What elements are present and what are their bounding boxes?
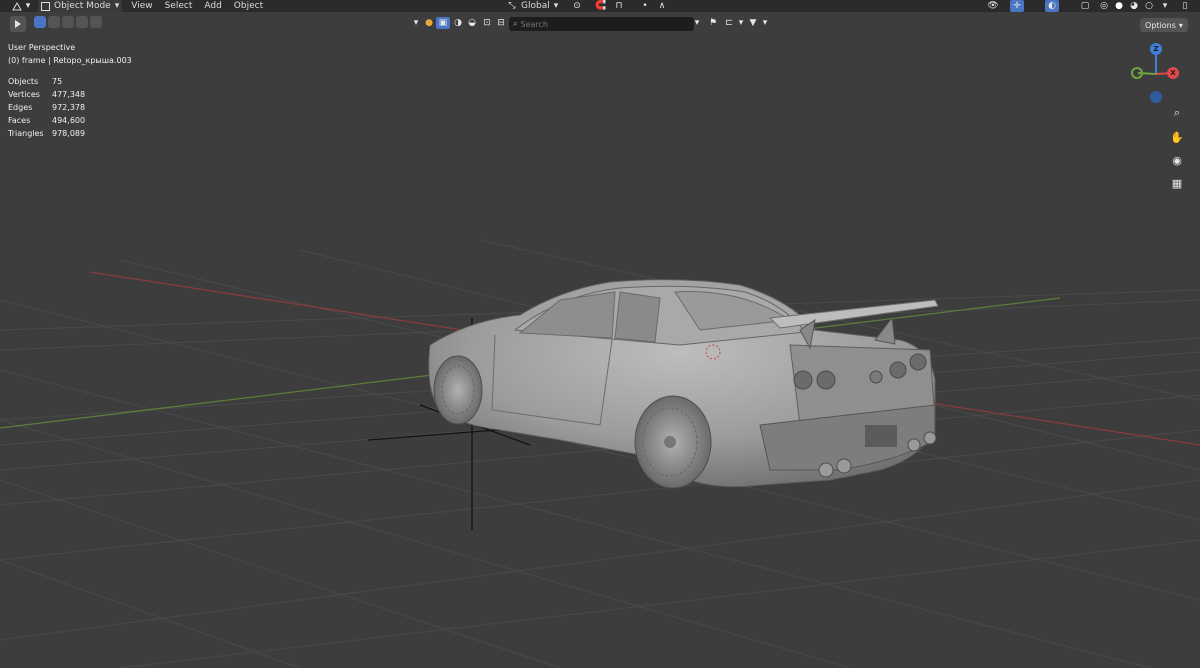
filter-empty-icon[interactable]: ⊡ bbox=[480, 17, 494, 29]
select-box-icon[interactable] bbox=[34, 16, 46, 28]
filter-camera-icon[interactable]: ◒ bbox=[465, 17, 479, 29]
stat-row: Faces 494,600 bbox=[8, 116, 86, 125]
select-extend-icon[interactable] bbox=[48, 16, 60, 28]
chevron-down-icon[interactable]: ▾ bbox=[1158, 0, 1172, 12]
options-label: Options bbox=[1145, 20, 1176, 30]
pivot-point-icon[interactable]: ⊙ bbox=[570, 0, 584, 12]
filter-light-icon[interactable]: ◑ bbox=[451, 17, 465, 29]
stat-row: Objects 75 bbox=[8, 77, 63, 86]
chevron-down-icon: ▾ bbox=[1178, 20, 1183, 30]
chevron-down-icon: ▾ bbox=[553, 1, 559, 11]
overlay-toggle-icon[interactable]: ◐ bbox=[1045, 0, 1059, 12]
falloff-icon[interactable]: ∧ bbox=[655, 0, 669, 12]
car-model[interactable] bbox=[428, 279, 939, 489]
menu-view[interactable]: View bbox=[128, 0, 155, 12]
gizmo-toggle-icon[interactable]: ✛ bbox=[1010, 0, 1024, 12]
stat-row: Vertices 477,348 bbox=[8, 90, 86, 99]
shading-material-icon[interactable]: ◕ bbox=[1127, 0, 1141, 12]
viewport-stats: User Perspective (0) frame | Retopo_крыш… bbox=[8, 41, 132, 140]
gizmo-y-axis[interactable]: Y bbox=[1131, 67, 1143, 79]
visibility-icon[interactable]: 👁 bbox=[986, 0, 1000, 12]
proportional-edit-icon[interactable]: • bbox=[638, 0, 652, 12]
play-icon[interactable] bbox=[10, 16, 26, 32]
mode-dropdown[interactable]: Object Mode ▾ bbox=[38, 0, 123, 12]
select-subtract-icon[interactable] bbox=[62, 16, 74, 28]
perspective-grid-icon[interactable]: ▦ bbox=[1168, 174, 1186, 192]
xray-icon[interactable]: ▢ bbox=[1078, 0, 1092, 12]
camera-view-icon[interactable]: ◉ bbox=[1168, 151, 1186, 169]
transform-orientation-icon: ⤡ bbox=[508, 1, 516, 11]
editor-type-icon[interactable] bbox=[10, 0, 24, 12]
gizmo-z-axis[interactable]: Z bbox=[1150, 43, 1162, 55]
select-intersect-icon[interactable] bbox=[90, 16, 102, 28]
search-field[interactable]: ⌕ bbox=[509, 17, 694, 31]
stat-row: Edges 972,378 bbox=[8, 103, 86, 112]
gizmo-x-axis[interactable]: X bbox=[1167, 67, 1179, 79]
chevron-down-icon[interactable]: ▾ bbox=[758, 17, 772, 29]
snap-target-icon[interactable]: ⊓ bbox=[612, 0, 626, 12]
menu-select[interactable]: Select bbox=[162, 0, 196, 12]
options-button[interactable]: Options ▾ bbox=[1140, 18, 1188, 32]
zoom-icon[interactable]: ⌕ bbox=[1168, 104, 1186, 122]
menu-object[interactable]: Object bbox=[231, 0, 266, 12]
shading-wireframe-icon[interactable]: ◎ bbox=[1097, 0, 1111, 12]
filter-color-icon[interactable]: ● bbox=[422, 17, 436, 29]
filter-other-icon[interactable]: ⊟ bbox=[494, 17, 508, 29]
chevron-down-icon[interactable]: ▾ bbox=[24, 0, 32, 12]
stat-row: Triangles 978,089 bbox=[8, 129, 86, 138]
mode-label: Object Mode bbox=[54, 1, 111, 11]
menu-add[interactable]: Add bbox=[201, 0, 224, 12]
snap-icon[interactable]: 🧲 bbox=[594, 0, 608, 12]
shading-solid-icon[interactable]: ● bbox=[1112, 0, 1126, 12]
pan-hand-icon[interactable]: ✋ bbox=[1168, 128, 1186, 146]
orientation-dropdown[interactable]: Global ▾ bbox=[518, 0, 561, 12]
bookmark-icon[interactable]: ⚑ bbox=[706, 17, 720, 29]
filter-mesh-icon[interactable]: ▣ bbox=[436, 17, 450, 29]
shading-rendered-icon[interactable]: ○ bbox=[1142, 0, 1156, 12]
viewport-header: ▾ Object Mode ▾ View Select Add Object ⤡… bbox=[0, 0, 1200, 12]
chevron-down-icon: ▾ bbox=[114, 1, 120, 11]
toggle-sidebar-icon[interactable]: ▯ bbox=[1178, 0, 1192, 12]
select-invert-icon[interactable] bbox=[76, 16, 88, 28]
collection-line: (0) frame | Retopo_крыша.003 bbox=[8, 56, 132, 65]
orientation-label: Global bbox=[521, 1, 550, 11]
chevron-down-icon[interactable]: ▾ bbox=[409, 17, 423, 29]
viewport-canvas[interactable] bbox=[0, 0, 1200, 668]
object-mode-icon bbox=[41, 1, 50, 11]
gizmo-neg-z-axis[interactable] bbox=[1150, 91, 1162, 103]
search-input[interactable] bbox=[517, 19, 681, 29]
view-name: User Perspective bbox=[8, 43, 76, 52]
